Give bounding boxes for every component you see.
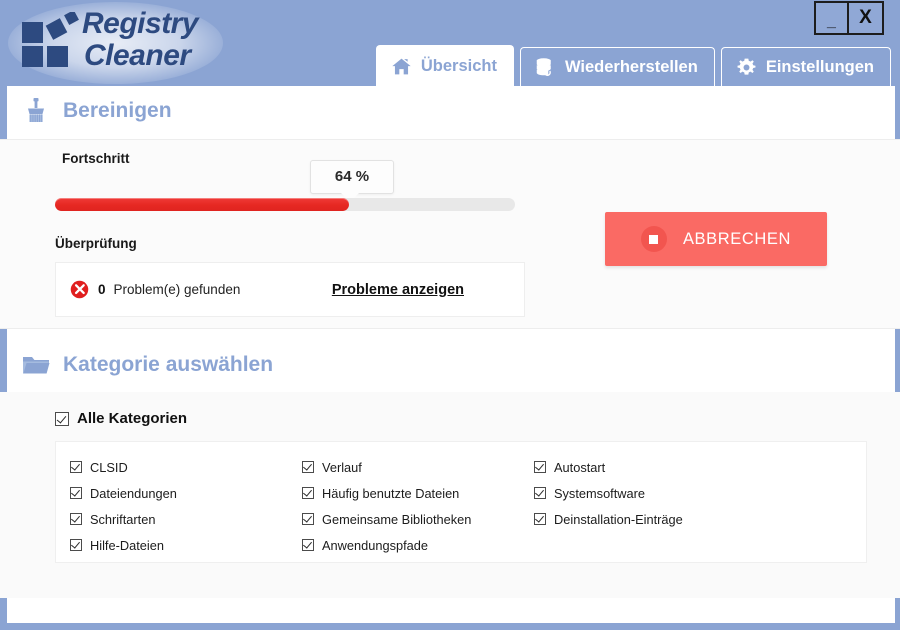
close-button[interactable]: X	[849, 3, 882, 33]
checkbox-verlauf[interactable]	[302, 461, 314, 473]
category-section-header: Kategorie auswählen	[7, 350, 273, 380]
category-columns: CLSID Dateiendungen Schriftarten Hilfe-D…	[56, 442, 866, 558]
checkbox-deinstallation-eintraege[interactable]	[534, 513, 546, 525]
category-column-2: Verlauf Häufig benutzte Dateien Gemeinsa…	[302, 454, 534, 558]
progress-bar-track	[55, 198, 515, 211]
database-restore-icon	[535, 57, 556, 78]
tab-uebersicht-label: Übersicht	[421, 57, 497, 76]
category-item-dateiendungen[interactable]: Dateiendungen	[70, 480, 302, 506]
gear-icon	[736, 57, 757, 78]
brand-line-2: Cleaner	[84, 41, 198, 71]
brand-line-1: Registry	[82, 9, 198, 39]
category-item-autostart[interactable]: Autostart	[534, 454, 683, 480]
all-categories-checkbox[interactable]	[55, 412, 69, 426]
category-item-verlauf[interactable]: Verlauf	[302, 454, 534, 480]
category-item-gemeinsame-bibliotheken[interactable]: Gemeinsame Bibliotheken	[302, 506, 534, 532]
category-column-1: CLSID Dateiendungen Schriftarten Hilfe-D…	[70, 454, 302, 558]
category-item-deinstallation-eintraege[interactable]: Deinstallation-Einträge	[534, 506, 683, 532]
category-item-hilfe-dateien[interactable]: Hilfe-Dateien	[70, 532, 302, 558]
error-circle-icon	[70, 280, 89, 299]
brand-text: Registry Cleaner	[82, 9, 198, 71]
checkbox-hilfe-dateien[interactable]	[70, 539, 82, 551]
window-controls: _ X	[814, 1, 884, 35]
checkbox-systemsoftware[interactable]	[534, 487, 546, 499]
all-categories-label: Alle Kategorien	[77, 410, 187, 427]
category-item-systemsoftware[interactable]: Systemsoftware	[534, 480, 683, 506]
category-label: Anwendungspfade	[322, 538, 428, 553]
scan-result-box: 0 Problem(e) gefunden Probleme anzeigen	[55, 262, 525, 317]
progress-tooltip: 64 %	[310, 160, 394, 194]
checkbox-schriftarten[interactable]	[70, 513, 82, 525]
checkbox-clsid[interactable]	[70, 461, 82, 473]
category-label: Dateiendungen	[90, 486, 177, 501]
cancel-button-label: ABBRECHEN	[683, 230, 791, 249]
category-item-haeufig-benutzte-dateien[interactable]: Häufig benutzte Dateien	[302, 480, 534, 506]
problem-count: 0	[98, 282, 106, 297]
category-section-title: Kategorie auswählen	[63, 353, 273, 377]
category-label: Gemeinsame Bibliotheken	[322, 512, 471, 527]
clean-section-title: Bereinigen	[63, 99, 172, 123]
checkbox-gemeinsame-bibliotheken[interactable]	[302, 513, 314, 525]
category-item-anwendungspfade[interactable]: Anwendungspfade	[302, 532, 534, 558]
tab-einstellungen-label: Einstellungen	[766, 58, 874, 77]
tab-bar: Übersicht Wiederherstellen Ein	[376, 45, 891, 86]
category-label: Schriftarten	[90, 512, 155, 527]
category-label: Hilfe-Dateien	[90, 538, 164, 553]
tab-wiederherstellen[interactable]: Wiederherstellen	[520, 47, 715, 86]
title-bar: Registry Cleaner _ X Übersicht	[0, 0, 900, 86]
tab-uebersicht[interactable]: Übersicht	[376, 45, 514, 86]
show-problems-link[interactable]: Probleme anzeigen	[332, 282, 464, 298]
home-icon	[391, 56, 412, 77]
problem-text: Problem(e) gefunden	[114, 282, 241, 297]
checkbox-dateiendungen[interactable]	[70, 487, 82, 499]
all-categories-row[interactable]: Alle Kategorien	[55, 410, 187, 427]
tab-wiederherstellen-label: Wiederherstellen	[565, 58, 698, 77]
app-logo: Registry Cleaner	[22, 9, 217, 73]
category-item-clsid[interactable]: CLSID	[70, 454, 302, 480]
category-label: Häufig benutzte Dateien	[322, 486, 459, 501]
category-list-box: CLSID Dateiendungen Schriftarten Hilfe-D…	[55, 441, 867, 563]
category-label: Autostart	[554, 460, 605, 475]
clean-section-header: Bereinigen	[7, 96, 172, 126]
category-item-schriftarten[interactable]: Schriftarten	[70, 506, 302, 532]
registry-cleaner-logo-icon	[22, 12, 80, 67]
cancel-button[interactable]: ABBRECHEN	[605, 212, 827, 266]
progress-bar-fill	[55, 198, 349, 211]
check-label: Überprüfung	[55, 236, 137, 251]
scan-result-row: 0 Problem(e) gefunden Probleme anzeigen	[56, 263, 524, 316]
checkbox-autostart[interactable]	[534, 461, 546, 473]
brush-icon	[21, 96, 51, 126]
category-label: Verlauf	[322, 460, 362, 475]
category-label: Systemsoftware	[554, 486, 645, 501]
checkbox-haeufig-benutzte-dateien[interactable]	[302, 487, 314, 499]
minimize-button[interactable]: _	[816, 3, 849, 33]
stop-icon	[641, 226, 667, 252]
tab-einstellungen[interactable]: Einstellungen	[721, 47, 891, 86]
folder-icon	[21, 350, 51, 380]
category-label: Deinstallation-Einträge	[554, 512, 683, 527]
category-column-3: Autostart Systemsoftware Deinstallation-…	[534, 454, 683, 558]
app-window: Registry Cleaner _ X Übersicht	[0, 0, 900, 630]
checkbox-anwendungspfade[interactable]	[302, 539, 314, 551]
category-label: CLSID	[90, 460, 128, 475]
progress-label: Fortschritt	[62, 151, 130, 166]
